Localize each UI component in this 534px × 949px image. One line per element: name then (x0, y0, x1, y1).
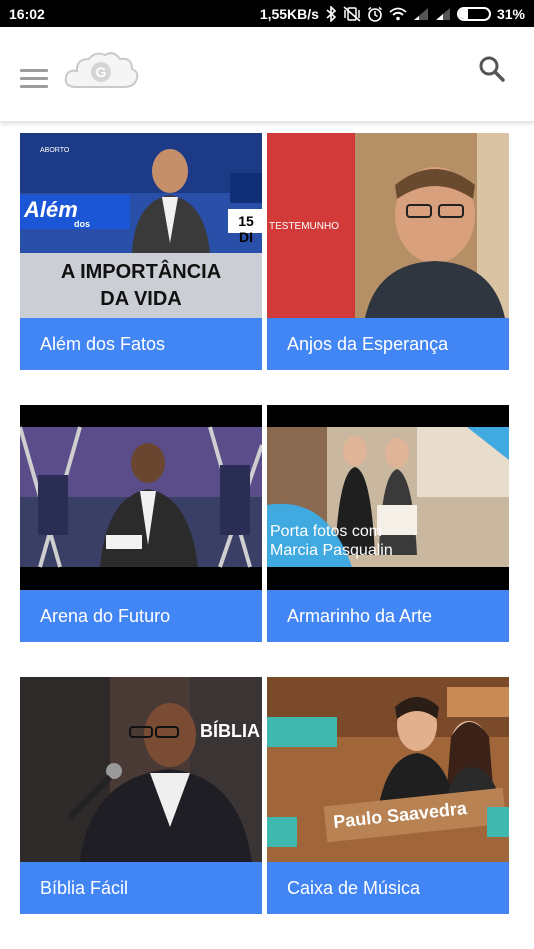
program-title: Bíblia Fácil (20, 862, 262, 914)
hamburger-menu-icon[interactable] (20, 69, 48, 93)
program-card[interactable]: TESTEMUNHO Anjos da Esperança (267, 133, 509, 370)
logo-letter: G (96, 64, 107, 80)
thumb-line1: A IMPORTÂNCIA (60, 261, 222, 283)
thumb-line1: Porta fotos com (270, 523, 383, 540)
thumb-tag: TESTEMUNHO (269, 221, 339, 232)
program-title: Além dos Fatos (20, 318, 262, 370)
cloud-logo-icon: G (64, 52, 139, 88)
app-bar: G (0, 27, 534, 122)
status-icons: 1,55KB/s 31% (259, 5, 525, 22)
network-speed: 1,55KB/s (259, 5, 319, 22)
status-bar: 16:02 1,55KB/s 31% (0, 0, 534, 27)
program-title: Arena do Futuro (20, 590, 262, 642)
signal-icon (435, 7, 451, 21)
date-text: 15 DI (238, 213, 254, 245)
corner-text: ABORTO (40, 147, 70, 154)
banner-title: Além (24, 197, 78, 222)
battery-icon (456, 6, 491, 21)
program-thumbnail (20, 405, 262, 590)
program-thumbnail: BÍBLIA (20, 677, 262, 862)
thumb-line2: Marcia Pasqualin (270, 542, 393, 559)
battery-fill (458, 8, 469, 19)
alarm-icon (367, 6, 383, 22)
status-time: 16:02 (9, 5, 45, 22)
bluetooth-icon (325, 5, 337, 22)
program-title: Anjos da Esperança (267, 318, 509, 370)
program-card[interactable]: Arena do Futuro (20, 405, 262, 642)
app-logo[interactable]: G (62, 47, 140, 95)
program-thumbnail: Além dos 15 DI ABORTO A IMPORTÂNCIA DA V… (20, 133, 262, 318)
program-title: Caixa de Música (267, 862, 509, 914)
program-title: Armarinho da Arte (267, 590, 509, 642)
program-thumbnail: TESTEMUNHO (267, 133, 509, 318)
program-card[interactable]: Além dos 15 DI ABORTO A IMPORTÂNCIA DA V… (20, 133, 262, 370)
signal-icon (413, 7, 429, 21)
thumb-wall-text: BÍBLIA (200, 721, 260, 741)
program-thumbnail: Paulo Saavedra (267, 677, 509, 862)
program-thumbnail: Porta fotos com Marcia Pasqualin (267, 405, 509, 590)
battery-percent: 31% (496, 5, 525, 22)
banner-subtitle: dos (74, 219, 91, 229)
program-card[interactable]: BÍBLIA Bíblia Fácil (20, 677, 262, 914)
program-card[interactable]: Porta fotos com Marcia Pasqualin Armarin… (267, 405, 509, 642)
search-icon[interactable] (476, 53, 508, 85)
vibrate-icon (343, 5, 361, 22)
wifi-icon (389, 7, 407, 21)
program-card[interactable]: Paulo Saavedra Caixa de Música (267, 677, 509, 914)
thumb-line2: DA VIDA (100, 288, 182, 310)
